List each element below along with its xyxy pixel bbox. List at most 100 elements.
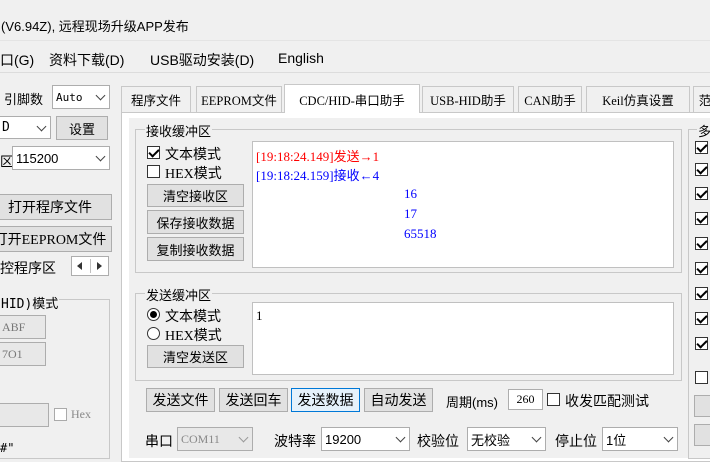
clear-receive-button[interactable]: 清空接收区: [147, 184, 244, 207]
period-value: 260: [516, 392, 535, 406]
tab-keil-settings[interactable]: Keil仿真设置: [586, 86, 690, 112]
arrow-right-icon[interactable]: [97, 262, 102, 270]
receive-text-mode-label: 文本模式: [165, 146, 221, 162]
tab-serial-assistant[interactable]: CDC/HID-串口助手: [284, 84, 420, 113]
receive-textarea[interactable]: [19:18:24.149]发送→1 [19:18:24.159]接收←4 16…: [252, 141, 674, 268]
clear-send-button[interactable]: 清空发送区: [147, 345, 244, 368]
menu-item-downloads[interactable]: 资料下载(D): [49, 50, 124, 70]
chip-select[interactable]: D: [0, 116, 51, 139]
pid-field[interactable]: 7O1: [0, 342, 46, 366]
receive-line-4: 17: [404, 206, 417, 221]
program-area-label: 控程序区: [0, 260, 56, 276]
open-eeprom-file-button[interactable]: 打开EEPROM文件: [0, 226, 112, 252]
send-buffer-label: 发送缓冲区: [145, 285, 213, 304]
spinner-divider: [90, 259, 91, 273]
multi-panel-label: 多: [697, 121, 710, 140]
arrow-left-icon[interactable]: [77, 262, 82, 270]
vid-field[interactable]: ABF: [0, 315, 46, 339]
window-title: (V6.94Z), 远程现场升级APP发布: [1, 19, 189, 34]
multi-checkbox-2[interactable]: [695, 163, 708, 176]
parity-value: 无校验: [471, 432, 511, 448]
stop-bits-label: 停止位: [555, 433, 597, 449]
serial-port-label: 串口: [145, 433, 173, 449]
tab-more[interactable]: 范: [693, 86, 710, 112]
multi-checkbox-3[interactable]: [695, 187, 708, 200]
receive-line-1: [19:18:24.149]发送→1: [256, 149, 380, 164]
min-baud-value: 115200: [16, 150, 59, 166]
menu-item-window[interactable]: 口(G): [0, 50, 34, 70]
send-hex-mode-radio[interactable]: [147, 327, 160, 340]
receive-hex-mode-checkbox[interactable]: [147, 165, 160, 178]
chip-select-value: D: [2, 120, 10, 135]
baud-rate-label: 波特率: [274, 433, 316, 449]
hid-data-field[interactable]: [0, 403, 49, 427]
tab-usb-hid[interactable]: USB-HID助手: [422, 86, 514, 112]
multi-checkbox-5[interactable]: [695, 237, 708, 250]
baud-rate-select[interactable]: 19200: [321, 427, 410, 451]
period-label: 周期(ms): [446, 395, 498, 410]
send-text-mode-radio[interactable]: [147, 308, 160, 321]
multi-checkbox-7[interactable]: [695, 287, 708, 300]
hex-label: Hex: [71, 407, 91, 421]
receive-line-3: 16: [404, 186, 417, 201]
program-area-spinner[interactable]: [71, 256, 109, 276]
stop-bits-value: 1位: [606, 432, 627, 448]
chevron-down-icon: [95, 151, 106, 162]
match-test-label: 收发匹配测试: [565, 393, 649, 409]
multi-checkbox-8[interactable]: [695, 312, 708, 325]
multi-checkbox-6[interactable]: [695, 262, 708, 275]
menu-item-english[interactable]: English: [278, 50, 324, 66]
pin-count-value: Auto: [56, 90, 83, 104]
send-text-mode-label: 文本模式: [165, 308, 221, 324]
multi-checkbox-4[interactable]: [695, 212, 708, 225]
send-file-button[interactable]: 发送文件: [146, 388, 215, 412]
send-data-button[interactable]: 发送数据: [291, 388, 360, 412]
parity-label: 校验位: [417, 433, 459, 449]
menu-separator: [0, 72, 710, 73]
chevron-down-icon: [238, 432, 249, 443]
tab-can[interactable]: CAN助手: [518, 86, 582, 112]
menu-item-usb-driver[interactable]: USB驱动安装(D): [150, 50, 254, 70]
chevron-down-icon: [36, 121, 47, 131]
tab-program-file[interactable]: 程序文件: [121, 86, 191, 112]
receive-line-2: [19:18:24.159]接收←4: [256, 168, 380, 183]
save-receive-data-button[interactable]: 保存接收数据: [147, 210, 244, 234]
hid-bottom-text: #": [0, 441, 15, 455]
hid-mode-label: HID)模式: [0, 293, 60, 312]
multi-button-1[interactable]: [694, 395, 710, 417]
open-program-file-button[interactable]: 打开程序文件: [0, 194, 112, 220]
tab-eeprom-file[interactable]: EEPROM文件: [196, 86, 282, 112]
receive-line-5: 65518: [404, 226, 437, 241]
serial-port-select[interactable]: COM11: [177, 427, 253, 451]
receive-hex-mode-label: HEX模式: [165, 167, 222, 182]
vid-value: ABF: [2, 319, 26, 334]
parity-select[interactable]: 无校验: [467, 427, 546, 451]
send-content: 1: [256, 308, 263, 323]
serial-port-value: COM11: [181, 431, 220, 446]
pin-count-select[interactable]: Auto: [52, 85, 110, 109]
chevron-down-icon: [663, 432, 674, 443]
send-enter-button[interactable]: 发送回车: [219, 388, 288, 412]
multi-button-2[interactable]: [694, 424, 710, 446]
receive-buffer-label: 接收缓冲区: [145, 121, 213, 140]
period-input[interactable]: 260: [508, 389, 543, 410]
pin-count-label: 引脚数: [4, 92, 44, 107]
baud-rate-value: 19200: [325, 431, 362, 447]
pid-value: 7O1: [2, 346, 23, 361]
hex-checkbox[interactable]: [54, 408, 67, 421]
multi-checkbox-10[interactable]: [695, 371, 708, 384]
match-test-checkbox[interactable]: [547, 393, 560, 406]
send-textarea[interactable]: 1: [252, 302, 674, 375]
auto-send-button[interactable]: 自动发送: [364, 388, 433, 412]
chevron-down-icon: [395, 432, 406, 443]
receive-text-mode-checkbox[interactable]: [147, 146, 160, 159]
stop-bits-select[interactable]: 1位: [602, 427, 678, 451]
settings-button[interactable]: 设置: [56, 116, 108, 140]
chevron-down-icon: [531, 432, 542, 443]
send-hex-mode-label: HEX模式: [165, 329, 222, 344]
title-separator: [0, 40, 710, 41]
min-baud-select[interactable]: 115200: [12, 146, 110, 170]
multi-checkbox-1[interactable]: [695, 141, 708, 154]
multi-checkbox-9[interactable]: [695, 337, 708, 350]
copy-receive-data-button[interactable]: 复制接收数据: [147, 237, 244, 261]
